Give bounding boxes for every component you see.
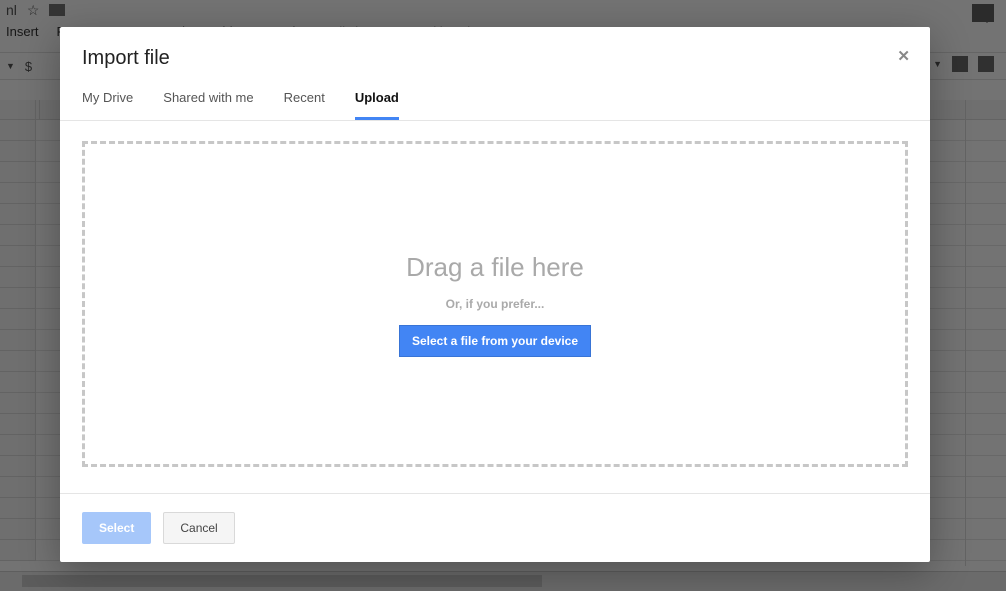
dialog-title: Import file xyxy=(82,47,908,70)
import-file-dialog: ✕ Import file My Drive Shared with me Re… xyxy=(60,27,930,562)
cancel-button[interactable]: Cancel xyxy=(163,512,234,544)
tab-recent[interactable]: Recent xyxy=(284,90,325,120)
dialog-header: Import file xyxy=(60,27,930,76)
dropzone-subtitle: Or, if you prefer... xyxy=(446,297,545,311)
picker-tabs: My Drive Shared with me Recent Upload xyxy=(60,76,930,120)
tab-my-drive[interactable]: My Drive xyxy=(82,90,133,120)
picker-body: Drag a file here Or, if you prefer... Se… xyxy=(60,121,930,493)
tab-shared-with-me[interactable]: Shared with me xyxy=(163,90,253,120)
select-button[interactable]: Select xyxy=(82,512,151,544)
close-button[interactable]: ✕ xyxy=(897,47,910,65)
tab-upload[interactable]: Upload xyxy=(355,90,399,120)
dropzone-title: Drag a file here xyxy=(406,252,584,283)
upload-dropzone[interactable]: Drag a file here Or, if you prefer... Se… xyxy=(82,141,908,467)
select-from-device-button[interactable]: Select a file from your device xyxy=(399,325,591,357)
dialog-footer: Select Cancel xyxy=(60,493,930,562)
